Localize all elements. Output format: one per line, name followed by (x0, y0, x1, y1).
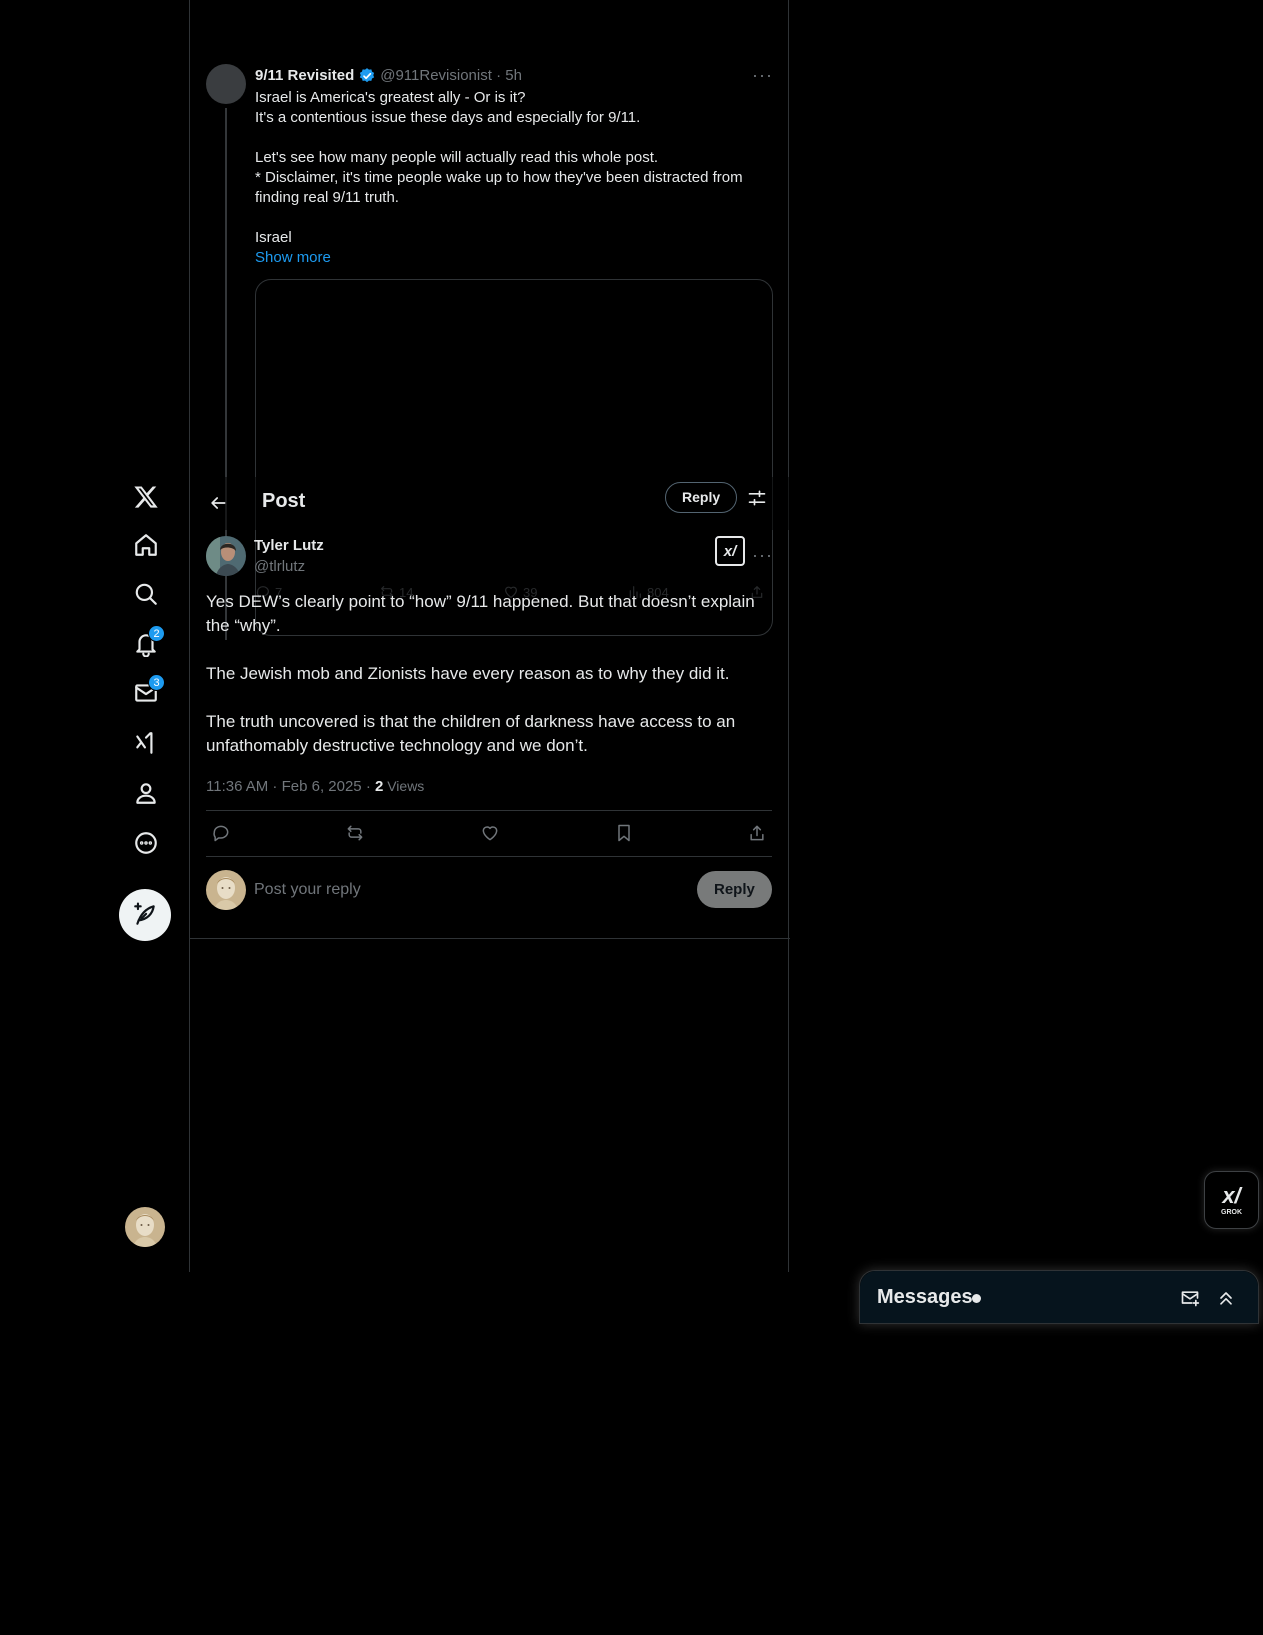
messages-drawer[interactable]: Messages (859, 1270, 1259, 1324)
show-more-link[interactable]: Show more (255, 248, 331, 268)
reply-action-icon[interactable] (208, 820, 234, 846)
messages-title: Messages (877, 1286, 973, 1308)
account-avatar[interactable] (125, 1207, 165, 1247)
parent-post-author-name[interactable]: 9/11 Revisited (255, 66, 354, 86)
page-title: Post (262, 490, 306, 512)
focused-post-avatar[interactable] (206, 536, 246, 576)
grok-label: GROK (1221, 1208, 1242, 1216)
messages-badge: 3 (148, 674, 165, 691)
divider (190, 938, 790, 939)
messages-drawer-bar: Messages (860, 1271, 1258, 1323)
grok-floating-button[interactable]: x/ GROK (1204, 1171, 1259, 1229)
share-action-icon[interactable] (744, 820, 770, 846)
notifications-icon[interactable]: 2 (126, 624, 166, 664)
grok-icon[interactable] (126, 723, 166, 763)
search-icon[interactable] (126, 574, 166, 614)
focused-post-actions (206, 810, 772, 856)
parent-post-avatar[interactable] (206, 64, 246, 104)
compose-post-button[interactable] (119, 889, 171, 941)
parent-post-media[interactable] (255, 279, 773, 636)
grok-explain-icon[interactable]: x/ (715, 536, 745, 566)
back-button[interactable] (204, 489, 232, 517)
post-header: Post Reply (190, 477, 790, 530)
focused-post-views-label: Views (383, 778, 425, 794)
reply-composer-avatar[interactable] (206, 870, 246, 910)
focused-post-text: Yes DEW’s clearly point to “how” 9/11 ha… (206, 592, 755, 755)
main-column: 9/11 Revisited @911Revisionist · 5h ··· … (189, 0, 790, 1272)
like-action-icon[interactable] (477, 820, 503, 846)
bookmark-action-icon[interactable] (611, 820, 637, 846)
focused-post-handle[interactable]: @tlrlutz (254, 557, 305, 577)
parent-post-header: 9/11 Revisited @911Revisionist · 5h (255, 66, 522, 86)
new-message-icon[interactable] (1178, 1286, 1202, 1310)
messages-icon[interactable]: 3 (126, 673, 166, 713)
focused-post-timestamp[interactable]: 11:36 AM · Feb 6, 2025 · (206, 778, 375, 795)
x-logo-icon[interactable] (126, 477, 166, 517)
home-icon[interactable] (126, 525, 166, 565)
back-arrow-icon (211, 497, 226, 509)
grok-logo-icon: x/ (1222, 1182, 1241, 1208)
reply-input[interactable] (254, 878, 654, 902)
expand-chevron-icon[interactable] (1214, 1286, 1238, 1310)
focused-post-author-name[interactable]: Tyler Lutz (254, 536, 324, 556)
focused-post-meta: 11:36 AM · Feb 6, 2025 · 2 Views (206, 776, 424, 797)
parent-post-more-icon[interactable]: ··· (752, 66, 773, 84)
profile-icon[interactable] (126, 773, 166, 813)
unread-dot (972, 1294, 981, 1303)
reply-settings-icon[interactable] (744, 485, 770, 511)
reply-composer: Reply (206, 870, 772, 916)
parent-post-meta: @911Revisionist · 5h (380, 67, 522, 84)
parent-post-text: Israel is America's greatest ally - Or i… (255, 89, 743, 246)
reply-submit-button[interactable]: Reply (697, 871, 772, 908)
header-reply-button[interactable]: Reply (665, 482, 738, 513)
notifications-badge: 2 (148, 625, 165, 642)
divider (206, 856, 772, 857)
more-options-icon[interactable] (126, 823, 166, 863)
feather-plus-icon (134, 902, 155, 925)
focused-post-more-icon[interactable]: ··· (752, 546, 773, 564)
repost-action-icon[interactable] (342, 820, 368, 846)
verified-badge-icon (360, 68, 375, 83)
